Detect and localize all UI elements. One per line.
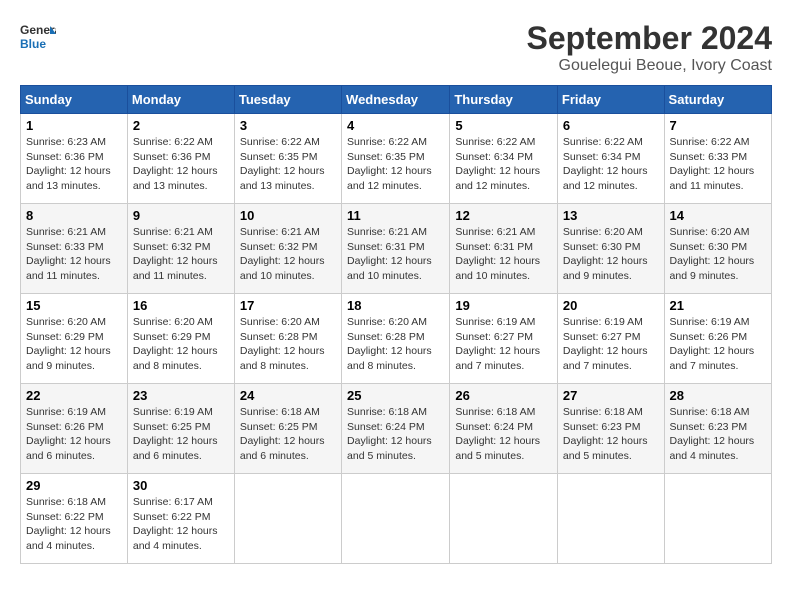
table-row: 12Sunrise: 6:21 AMSunset: 6:31 PMDayligh… [450,204,558,294]
table-row: 13Sunrise: 6:20 AMSunset: 6:30 PMDayligh… [557,204,664,294]
header-saturday: Saturday [664,86,771,114]
header-monday: Monday [127,86,234,114]
calendar-table: Sunday Monday Tuesday Wednesday Thursday… [20,85,772,564]
table-row [557,474,664,564]
table-row: 18Sunrise: 6:20 AMSunset: 6:28 PMDayligh… [342,294,450,384]
header-thursday: Thursday [450,86,558,114]
month-title: September 2024 [527,20,772,57]
header-sunday: Sunday [21,86,128,114]
table-row: 27Sunrise: 6:18 AMSunset: 6:23 PMDayligh… [557,384,664,474]
table-row: 29Sunrise: 6:18 AMSunset: 6:22 PMDayligh… [21,474,128,564]
table-row: 10Sunrise: 6:21 AMSunset: 6:32 PMDayligh… [234,204,341,294]
table-row: 23Sunrise: 6:19 AMSunset: 6:25 PMDayligh… [127,384,234,474]
table-row: 14Sunrise: 6:20 AMSunset: 6:30 PMDayligh… [664,204,771,294]
table-row: 24Sunrise: 6:18 AMSunset: 6:25 PMDayligh… [234,384,341,474]
table-row: 11Sunrise: 6:21 AMSunset: 6:31 PMDayligh… [342,204,450,294]
table-row: 21Sunrise: 6:19 AMSunset: 6:26 PMDayligh… [664,294,771,384]
table-row: 19Sunrise: 6:19 AMSunset: 6:27 PMDayligh… [450,294,558,384]
title-area: September 2024 Gouelegui Beoue, Ivory Co… [527,20,772,75]
table-row: 9Sunrise: 6:21 AMSunset: 6:32 PMDaylight… [127,204,234,294]
table-row: 2Sunrise: 6:22 AMSunset: 6:36 PMDaylight… [127,114,234,204]
table-row: 22Sunrise: 6:19 AMSunset: 6:26 PMDayligh… [21,384,128,474]
table-row [234,474,341,564]
table-row: 17Sunrise: 6:20 AMSunset: 6:28 PMDayligh… [234,294,341,384]
table-row [450,474,558,564]
table-row: 25Sunrise: 6:18 AMSunset: 6:24 PMDayligh… [342,384,450,474]
table-row: 1Sunrise: 6:23 AMSunset: 6:36 PMDaylight… [21,114,128,204]
table-row: 30Sunrise: 6:17 AMSunset: 6:22 PMDayligh… [127,474,234,564]
table-row: 16Sunrise: 6:20 AMSunset: 6:29 PMDayligh… [127,294,234,384]
table-row [664,474,771,564]
table-row: 4Sunrise: 6:22 AMSunset: 6:35 PMDaylight… [342,114,450,204]
svg-text:Blue: Blue [20,37,46,51]
table-row: 15Sunrise: 6:20 AMSunset: 6:29 PMDayligh… [21,294,128,384]
page-header: General Blue September 2024 Gouelegui Be… [20,20,772,75]
table-row: 8Sunrise: 6:21 AMSunset: 6:33 PMDaylight… [21,204,128,294]
table-row: 3Sunrise: 6:22 AMSunset: 6:35 PMDaylight… [234,114,341,204]
header-friday: Friday [557,86,664,114]
header-tuesday: Tuesday [234,86,341,114]
logo: General Blue [20,20,56,56]
location-title: Gouelegui Beoue, Ivory Coast [527,57,772,75]
calendar-header-row: Sunday Monday Tuesday Wednesday Thursday… [21,86,772,114]
table-row: 6Sunrise: 6:22 AMSunset: 6:34 PMDaylight… [557,114,664,204]
table-row: 7Sunrise: 6:22 AMSunset: 6:33 PMDaylight… [664,114,771,204]
table-row [342,474,450,564]
logo-svg: General Blue [20,20,56,56]
table-row: 5Sunrise: 6:22 AMSunset: 6:34 PMDaylight… [450,114,558,204]
table-row: 20Sunrise: 6:19 AMSunset: 6:27 PMDayligh… [557,294,664,384]
table-row: 26Sunrise: 6:18 AMSunset: 6:24 PMDayligh… [450,384,558,474]
header-wednesday: Wednesday [342,86,450,114]
table-row: 28Sunrise: 6:18 AMSunset: 6:23 PMDayligh… [664,384,771,474]
